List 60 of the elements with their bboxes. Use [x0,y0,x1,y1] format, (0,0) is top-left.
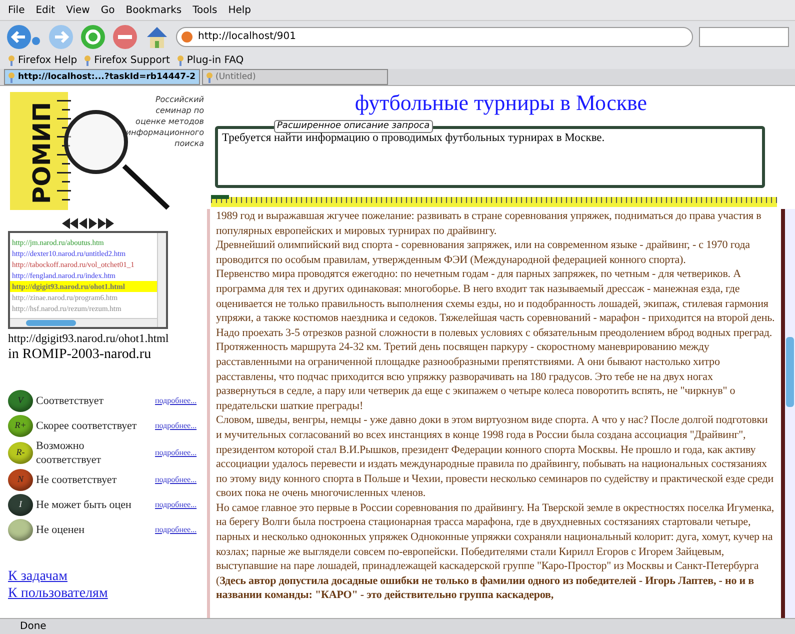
menu-item[interactable]: Bookmarks [126,2,182,18]
page-title: футбольные турниры в Москве [354,90,648,116]
rating-dot[interactable]: R- [8,442,33,464]
rating-dot[interactable]: R+ [8,415,33,437]
details-link[interactable]: подробнее... [155,447,197,459]
details-link[interactable]: подробнее... [155,420,197,432]
paragraph: Древнейший олимпийский вид спорта - соревнования запряжек, или на современном языке - драйвинг, - с 1970 года проводится по особым правилам, утвержденным ФЭИ (Международной федерацией конного спорта). [216,238,751,268]
menu-item[interactable]: Help [228,2,252,18]
details-link[interactable]: подробнее... [155,524,197,536]
stop-icon[interactable] [112,24,138,50]
nav-link[interactable]: К задачам [8,568,207,585]
scrollbar[interactable] [10,318,157,327]
browser-tab[interactable]: http://localhost:...?taskId=rb14447-2 [4,69,200,85]
scrollbar[interactable] [157,233,166,327]
paragraph: 1989 год и выражавшая жгучее пожелание: развивать в стране соревнования упряжек, подниматься до права участия в популярных европейских и мировых турнирах по драйвингу. [216,209,762,238]
status-text: Done [20,620,46,634]
browser-tab[interactable]: (Untitled) [202,69,388,85]
menu-item[interactable]: Edit [36,2,56,18]
scrollbar[interactable] [785,209,795,618]
rating-label: Не соответствует [36,473,118,487]
rating-label: Соответствует [36,394,105,408]
globe-icon [181,30,193,42]
collection-name: in ROMIP-2003-narod.ru [8,346,152,363]
bookmark-link[interactable]: Firefox Support [84,53,170,68]
menu-item[interactable]: View [66,2,90,18]
query-text: Требуется найти информацию о проводимых футбольных турнирах в Москве. [222,132,606,145]
rating-label: Скорее соответствует [36,419,138,433]
logo: РОМИП Российский семинар по оценке методов информационного поиска [8,90,205,214]
ruler-marker[interactable] [211,195,229,199]
paragraph: Словом, шведы, венгры, немцы - уже давно доки в этом виртуозном виде спорта. А что у нас? После долгой подготовки и мучительных согласований во всех инстанциях в конце 1998 года в России была создана ассоциация "Драйвинг", президентом которой стал В.И.Рышков, президент Федерации конного спорта Москвы. Не прошло и года, как активу ассоциации удалось перевести и издать международные правила по драйвингу, побывать на национальных состязаниях по этому виду конного спорта в Польше и Чехии, провести несколько семинаров по судейству и практической езде среди своих пока не очень многочисленных членов. [216,413,775,501]
bookmark-icon [84,55,92,66]
paragraph: Но самое главное это первые в России соревнования по драйвингу. На Тверской земле в окрестностях поселка Игуменка, на берегу Волги была построена стационарная трасса марафона, где в двухдневных состязаниях стартовали четыре, парных и несколько одноконных упряжек Одноконные упряжки сохраняли национальный колорит: дуга, хомут, кучер на козлах; парные же выглядели совсем по-европейски. Победителями стали Кирилл Егоров с Игорем Зайцевым, выступавшие на паре лошадей, принадлежащей каскадерской группе "Каро-Простор" из Москвы и Санкт-Петербурга (Здесь автор допустила досадные ошибки не только в фамилии одного из победителей - Игорь Лаптев, - но и в названии команды: "КАРО" - это действительно группа каскадеров, [216,500,775,604]
bookmark-icon [8,72,15,82]
document-url: http://dgigit93.narod.ru/ohot1.html [8,333,170,346]
rating-label: Не может быть оцен [36,498,132,512]
paragraph: Первенство мира проводятся ежегодно: по нечетным годам - для парных запряжек, по четным - для четвериков. А программа для тех и других одинаковая: многоборье. В него входит так называемый дрессаж - манежная езда, где оценивается не только правильность выполнения схемы езды, но и подобранность лошадей, экипаж, стилевая гармония упряжи, а также костюмов наездника и седоков. Тяжелейшая часть соревнований - марафон - приходится на второй день. Надо проехать 3-5 отрезков разной сложности в полевых условиях с обязательным преодолением вброд водных преград. Протяженность маршрута 24-32 км. Третий день посвящен паркуру - скоростному маневрированию между расставленными на ограниченной площадке разнообразными препятствиями. А они бывают настолько хитро расставлены, что подчас приходится всю упряжку разворачивать на 180 градусов. Это тебе не на двух ногах развернуться в седле, а пару или четверик да еще с экипажем о четыре колеса поворотить вспять, не "чиркнув" о предательски шаткие преграды! [216,267,775,414]
rating-dot[interactable]: I [8,494,33,516]
rating-dot[interactable] [8,519,33,541]
back-icon[interactable] [6,24,42,50]
details-link[interactable]: подробнее... [155,499,197,511]
address-field[interactable]: http://localhost/901 [176,26,693,46]
bookmark-icon [176,55,184,66]
next-arrow-icon[interactable] [88,218,98,229]
menu-item[interactable]: File [8,2,25,18]
menu-item[interactable]: Tools [192,2,218,18]
rating-label: Не оценен [36,523,86,537]
nav-link[interactable]: К пользователям [8,585,207,602]
panel-legend: Расширенное описание запроса [274,120,433,133]
rating-label: Возможно соответствует [36,439,102,467]
details-link[interactable]: подробнее... [155,474,197,486]
reload-icon[interactable] [80,24,106,50]
bookmark-icon [8,55,15,66]
menu-item[interactable]: Go [100,2,115,18]
bookmark-link[interactable]: Firefox Help [8,53,78,68]
search-field[interactable] [699,26,789,46]
document-list[interactable] [8,231,168,329]
previous-arrow-icon[interactable] [78,218,88,229]
details-link[interactable]: подробнее... [155,395,197,407]
bookmark-link[interactable]: Plug-in FAQ [176,53,244,68]
bookmark-icon [206,72,213,82]
